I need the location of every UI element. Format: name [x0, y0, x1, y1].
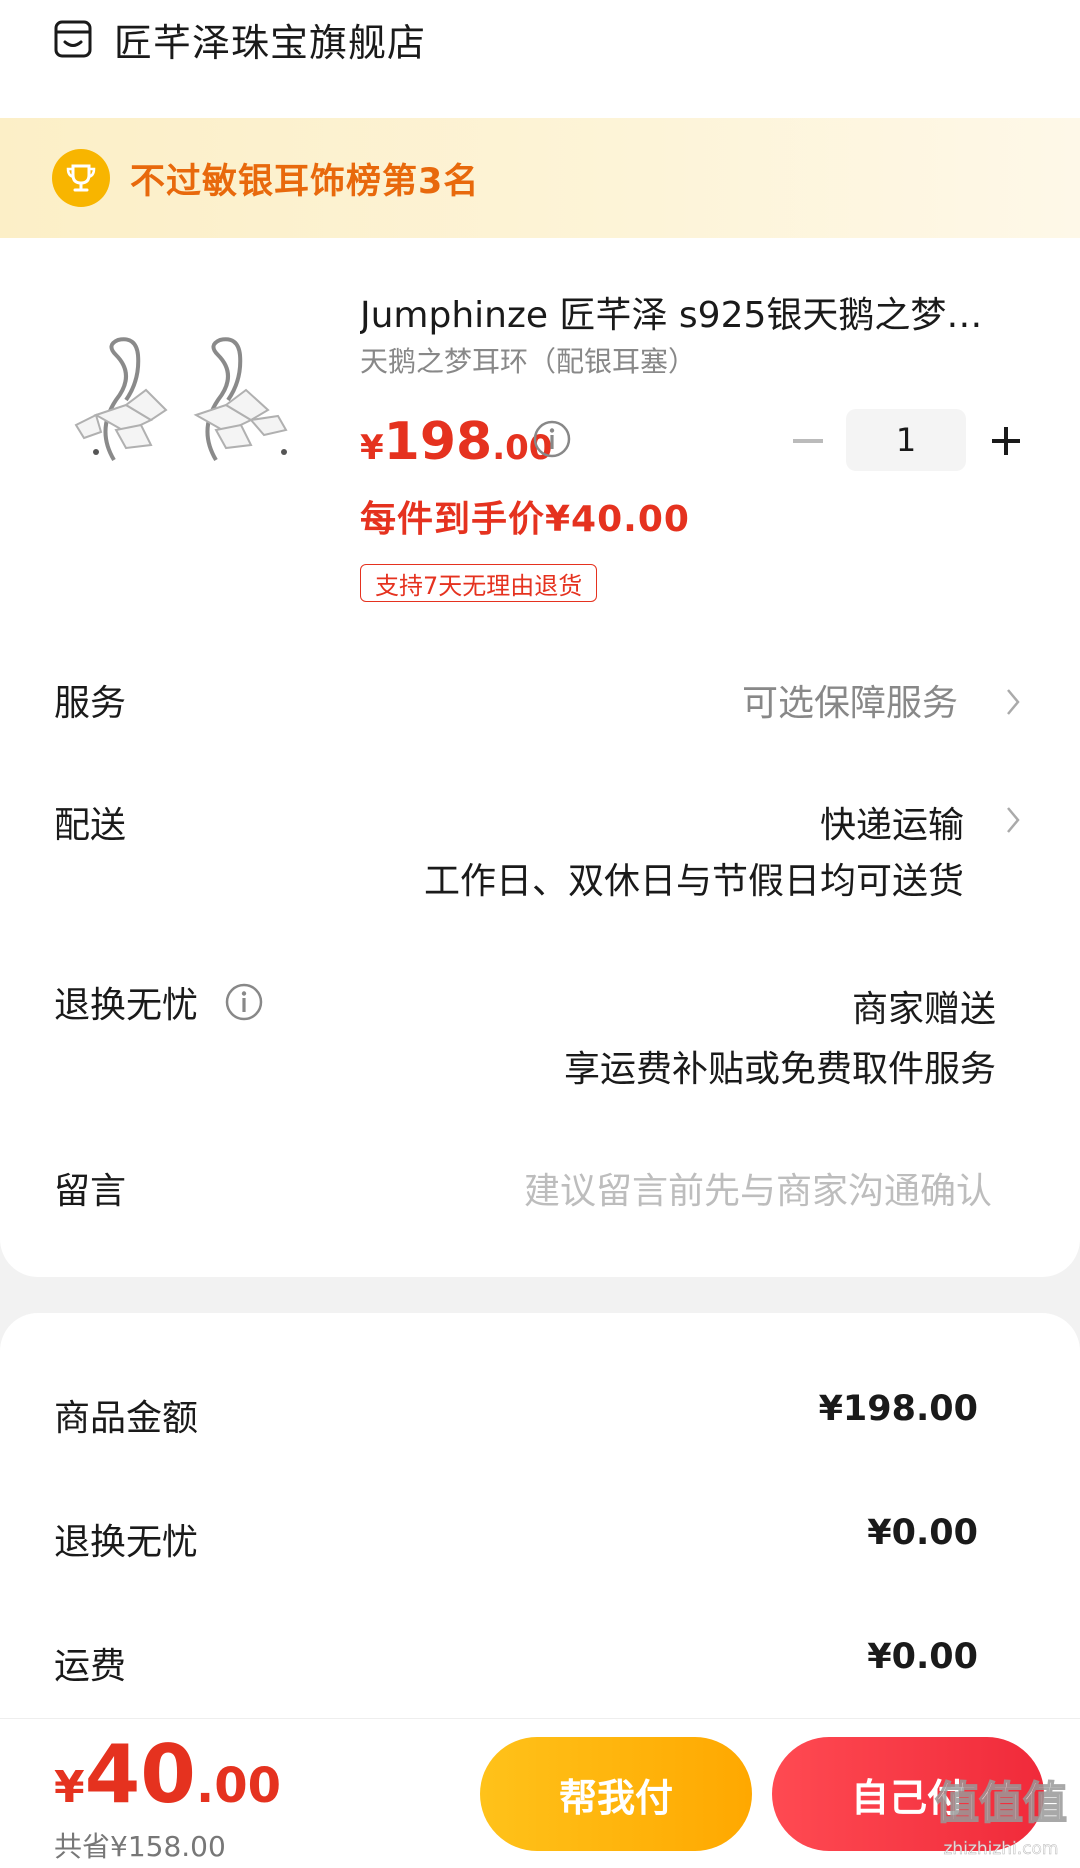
price-currency: ¥	[360, 428, 384, 468]
total-currency: ¥	[54, 1762, 85, 1813]
summary-goods-value: ¥198.00	[818, 1389, 978, 1429]
ranking-banner[interactable]: 不过敏银耳饰榜第3名	[0, 118, 1080, 238]
message-label: 留言	[54, 1171, 127, 1212]
worry-free-label-group: 退换无忧	[54, 976, 264, 1028]
delivery-chevron-right-icon[interactable]	[1004, 804, 1022, 836]
summary-worry-free-value: ¥0.00	[867, 1513, 978, 1553]
delivery-method[interactable]: 快递运输	[820, 796, 964, 848]
store-icon	[54, 20, 92, 58]
worry-free-info-icon[interactable]	[224, 982, 264, 1022]
price-info-icon[interactable]	[532, 419, 572, 459]
worry-free-note: 享运费补贴或免费取件服务	[563, 1049, 996, 1090]
order-card: 匠芊泽珠宝旗舰店 不过敏银耳饰榜第3名 Jumphinze 匠芊泽 s925银天…	[0, 0, 1080, 1277]
watermark-domain: zhizhizhi.com	[944, 1839, 1059, 1859]
product-thumbnail[interactable]	[56, 320, 306, 490]
return-policy-badge: 支持7天无理由退货	[360, 564, 598, 602]
summary-worry-free-label: 退换无忧	[54, 1522, 199, 1563]
help-pay-button[interactable]: 帮我付	[480, 1737, 752, 1851]
service-label: 服务	[54, 683, 127, 724]
ranking-text: 不过敏银耳饰榜第3名	[130, 161, 480, 202]
quantity-decrease-button[interactable]	[788, 416, 828, 466]
minus-icon	[793, 439, 823, 443]
checkout-bar: ¥ 40 .00 共省¥158.00 帮我付 自己付	[0, 1718, 1080, 1868]
store-header[interactable]: 匠芊泽珠宝旗舰店	[52, 14, 427, 65]
delivery-note: 工作日、双休日与节假日均可送货	[423, 861, 964, 902]
saved-amount: 共省¥158.00	[54, 1830, 226, 1863]
summary-goods-label: 商品金额	[54, 1398, 199, 1439]
summary-shipping-value: ¥0.00	[867, 1637, 978, 1677]
total-integer: 40	[84, 1728, 196, 1821]
final-unit-price: 每件到手价¥40.00	[360, 499, 690, 540]
message-input[interactable]: 建议留言前先与商家沟通确认	[524, 1162, 992, 1214]
product-sku[interactable]: 天鹅之梦耳环（配银耳塞）	[360, 340, 696, 380]
watermark-logo: 值值值 zhizhizhi.com	[934, 1777, 1068, 1859]
watermark-text: 值值值	[935, 1778, 1067, 1829]
quantity-value[interactable]: 1	[846, 409, 966, 471]
total-decimal: .00	[195, 1758, 281, 1814]
worry-free-label: 退换无忧	[54, 985, 199, 1026]
service-value[interactable]: 可选保障服务	[742, 674, 958, 726]
plus-icon	[992, 427, 1020, 455]
total-price: ¥ 40 .00	[54, 1735, 281, 1815]
price-integer: 198	[383, 412, 493, 472]
product-title[interactable]: Jumphinze 匠芊泽 s925银天鹅之梦耳环	[360, 286, 1000, 338]
store-name: 匠芊泽珠宝旗舰店	[114, 20, 427, 65]
quantity-increase-button[interactable]	[984, 416, 1028, 466]
worry-free-value: 商家赠送	[851, 989, 996, 1030]
trophy-icon	[52, 149, 110, 207]
delivery-label: 配送	[54, 805, 127, 846]
summary-shipping-label: 运费	[54, 1646, 127, 1687]
service-chevron-right-icon[interactable]	[1004, 686, 1022, 718]
product-price: ¥ 198 .00	[360, 412, 552, 472]
